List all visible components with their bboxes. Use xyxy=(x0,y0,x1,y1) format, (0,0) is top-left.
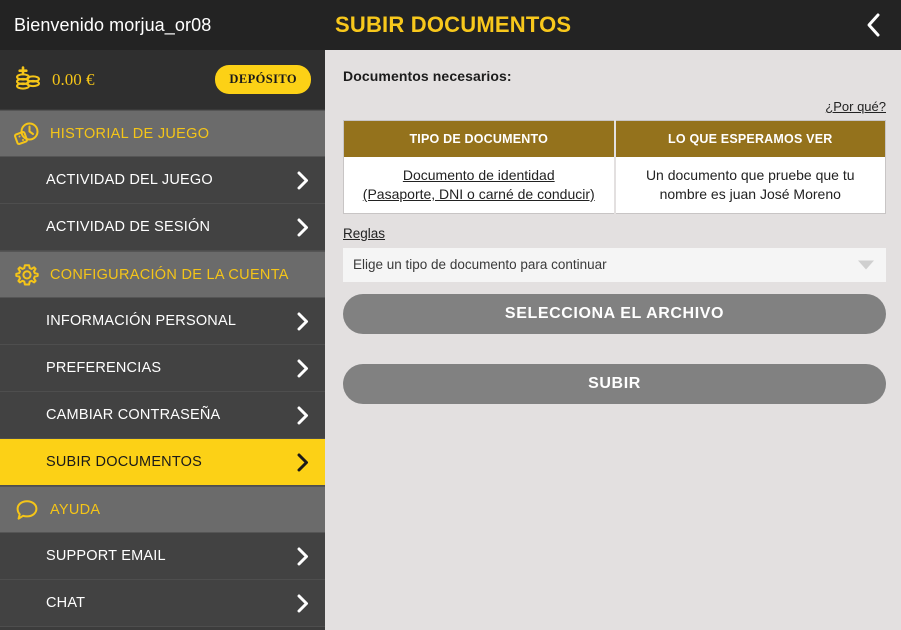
sidebar-item-support-email[interactable]: SUPPORT EMAIL xyxy=(0,533,325,580)
clock-dice-icon xyxy=(8,121,46,147)
chevron-down-icon xyxy=(858,260,874,270)
gear-icon xyxy=(8,262,46,288)
document-type-line-1[interactable]: Documento de identidad xyxy=(403,167,555,183)
table-cell-expectation: Un documento que pruebe que tu nombre es… xyxy=(614,157,886,214)
sidebar-section-historial[interactable]: HISTORIAL DE JUEGO xyxy=(0,110,325,157)
table-header-row: TIPO DE DOCUMENTO LO QUE ESPERAMOS VER xyxy=(343,120,886,157)
chevron-right-icon xyxy=(297,359,309,378)
sidebar-section-label: CONFIGURACIÓN DE LA CUENTA xyxy=(50,266,289,283)
sidebar-section-label: AYUDA xyxy=(50,501,101,518)
document-type-select[interactable]: Elige un tipo de documento para continua… xyxy=(343,247,886,282)
table-header-lo-que-esperamos-ver: LO QUE ESPERAMOS VER xyxy=(614,120,886,157)
chevron-right-icon xyxy=(297,218,309,237)
chevron-right-icon xyxy=(297,406,309,425)
table-cell-document-type: Documento de identidad (Pasaporte, DNI o… xyxy=(343,157,616,214)
sidebar-item-label: ACTIVIDAD DEL JUEGO xyxy=(46,172,213,188)
why-link[interactable]: ¿Por qué? xyxy=(825,99,886,114)
sidebar-item-label: PREFERENCIAS xyxy=(46,360,162,376)
expectation-line-1: Un documento que pruebe que tu xyxy=(645,167,855,183)
page-title: SUBIR DOCUMENTOS xyxy=(335,12,572,37)
button-spacer xyxy=(343,334,886,364)
table-header-tipo-de-documento: TIPO DE DOCUMENTO xyxy=(343,120,616,157)
required-documents-table: TIPO DE DOCUMENTO LO QUE ESPERAMOS VER D… xyxy=(343,120,886,214)
sidebar-item-chat[interactable]: CHAT xyxy=(0,580,325,627)
chevron-right-icon xyxy=(297,547,309,566)
welcome-text: Bienvenido morjua_or08 xyxy=(14,14,212,35)
sidebar-section-configuracion[interactable]: CONFIGURACIÓN DE LA CUENTA xyxy=(0,251,325,298)
balance-amount: 0.00 € xyxy=(52,69,95,89)
sidebar-item-label: SUPPORT EMAIL xyxy=(46,548,166,564)
chevron-right-icon xyxy=(297,594,309,613)
upload-button[interactable]: SUBIR xyxy=(343,363,886,404)
sidebar-section-ayuda[interactable]: AYUDA xyxy=(0,486,325,533)
why-row: ¿Por qué? xyxy=(343,98,886,116)
sidebar-item-preferencias[interactable]: PREFERENCIAS xyxy=(0,345,325,392)
chevron-right-icon xyxy=(297,171,309,190)
body-row: 0.00 € DEPÓSITO HISTORIAL DE JUEGO ACTIV… xyxy=(0,50,901,630)
sidebar-item-actividad-del-juego[interactable]: ACTIVIDAD DEL JUEGO xyxy=(0,157,325,204)
sidebar-item-informacion-personal[interactable]: INFORMACIÓN PERSONAL xyxy=(0,298,325,345)
sidebar-item-label: INFORMACIÓN PERSONAL xyxy=(46,313,237,329)
sidebar: 0.00 € DEPÓSITO HISTORIAL DE JUEGO ACTIV… xyxy=(0,50,325,630)
sidebar-item-cambiar-contrasena[interactable]: CAMBIAR CONTRASEÑA xyxy=(0,392,325,439)
chevron-left-icon xyxy=(864,12,882,38)
rules-row: Reglas xyxy=(343,225,886,243)
rules-link[interactable]: Reglas xyxy=(343,226,385,241)
top-header: Bienvenido morjua_or08 SUBIR DOCUMENTOS xyxy=(0,0,901,50)
table-row: Documento de identidad (Pasaporte, DNI o… xyxy=(343,157,886,214)
deposit-button[interactable]: DEPÓSITO xyxy=(215,65,311,94)
chevron-right-icon xyxy=(297,312,309,331)
select-file-button[interactable]: SELECCIONA EL ARCHIVO xyxy=(343,293,886,334)
document-type-line-2[interactable]: (Pasaporte, DNI o carné de conducir) xyxy=(363,186,595,202)
main-content: Documentos necesarios: ¿Por qué? TIPO DE… xyxy=(325,50,901,630)
coins-stack-plus-icon xyxy=(10,65,46,94)
sidebar-nav: HISTORIAL DE JUEGO ACTIVIDAD DEL JUEGO A… xyxy=(0,110,325,630)
sidebar-item-label: ACTIVIDAD DE SESIÓN xyxy=(46,219,211,235)
chat-bubble-icon xyxy=(8,497,46,523)
chevron-right-icon xyxy=(297,453,309,472)
expectation-line-2: nombre es juan José Moreno xyxy=(659,185,841,202)
page-root: Bienvenido morjua_or08 SUBIR DOCUMENTOS xyxy=(0,0,901,630)
sidebar-item-subir-documentos[interactable]: SUBIR DOCUMENTOS xyxy=(0,439,325,486)
back-button[interactable] xyxy=(845,12,901,38)
required-documents-label: Documentos necesarios: xyxy=(343,68,512,84)
sidebar-item-label: CHAT xyxy=(46,595,86,611)
sidebar-item-label: CAMBIAR CONTRASEÑA xyxy=(46,407,221,423)
sidebar-item-label: SUBIR DOCUMENTOS xyxy=(46,454,203,470)
sidebar-item-actividad-de-sesion[interactable]: ACTIVIDAD DE SESIÓN xyxy=(0,204,325,251)
document-type-select-value: Elige un tipo de documento para continua… xyxy=(353,257,607,273)
balance-bar: 0.00 € DEPÓSITO xyxy=(0,50,325,110)
sidebar-section-label: HISTORIAL DE JUEGO xyxy=(50,125,210,142)
